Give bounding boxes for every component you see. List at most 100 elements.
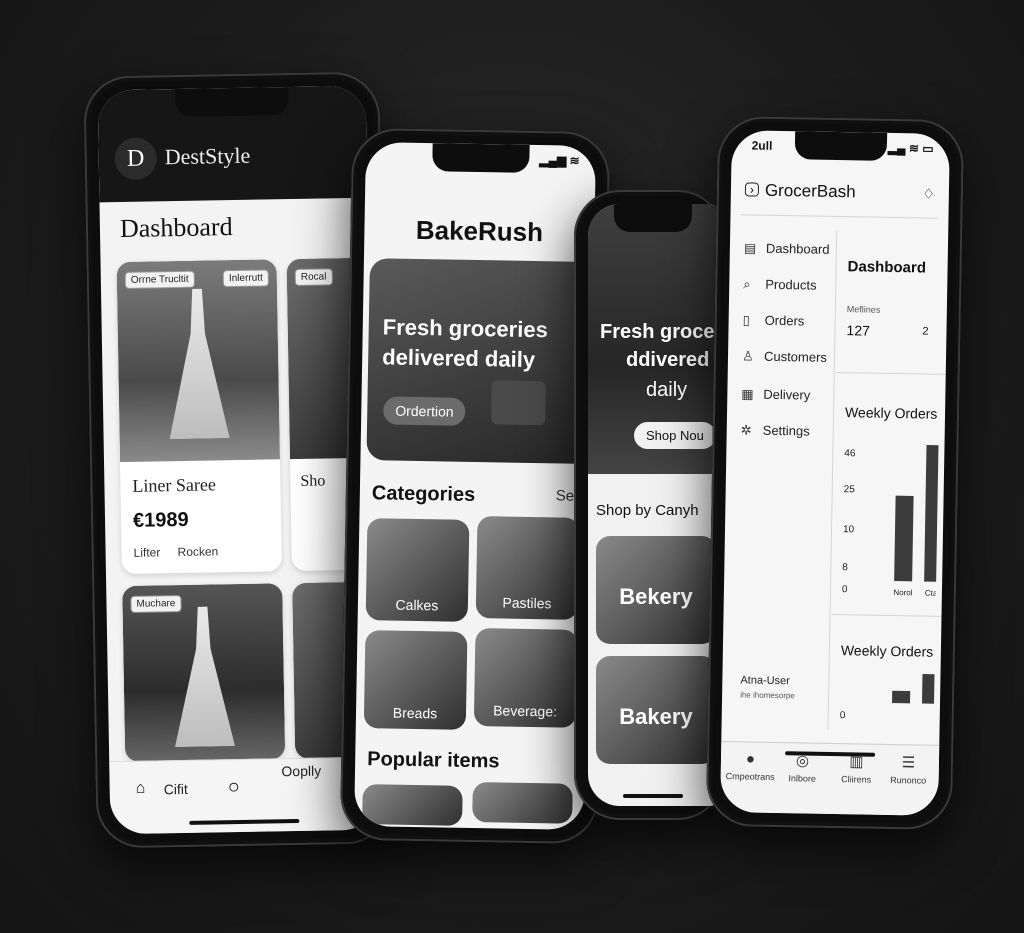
grocerbash-phone: 2ull ▂▄ ≋ ▭ › GrocerBash ♢ ▤ Dashboard ⌕ P… (705, 115, 965, 831)
sidebar-item-delivery[interactable]: ▦ Delivery (741, 386, 810, 403)
brand-icon: › (744, 182, 760, 197)
section-title: Popular items (367, 748, 500, 773)
calendar-icon: ▦ (741, 386, 754, 402)
hero-title-line1: Fresh groce (600, 321, 715, 343)
x-tick-label: Ctall (925, 589, 939, 598)
nav-item[interactable]: ▥ Cliirens (829, 752, 885, 785)
sidebar-item-settings[interactable]: ✲ Settings (741, 422, 810, 439)
basket-image (491, 380, 546, 426)
bottom-nav: ⌂ Cifit ○ Ooplly (109, 756, 379, 835)
sidebar-item-products[interactable]: ⌕ Products (743, 276, 817, 293)
shop-now-button[interactable]: Shop Nou (634, 422, 716, 449)
sidebar-item-label: Delivery (763, 386, 811, 403)
bakerush-screen: ▂▄▆ ≋ BakeRush Fresh groceries delivered… (354, 142, 596, 830)
product-name: Liner Saree (132, 474, 217, 496)
dashboard-icon: ▤ (743, 240, 757, 256)
product-meta: Rocken (177, 544, 219, 560)
category-tile[interactable]: Calkes (365, 518, 470, 622)
y-tick-label: 10 (843, 524, 855, 535)
sidebar-item-dashboard[interactable]: ▤ Dashboard (744, 240, 830, 257)
product-card[interactable]: Muchare (122, 583, 286, 763)
popular-item[interactable] (472, 782, 573, 824)
category-tile[interactable]: Pastiles (475, 516, 580, 620)
divider (831, 613, 942, 617)
document-icon: ▯ (742, 312, 750, 328)
category-label: Beverage: (493, 702, 558, 720)
status-time: 2ull (751, 138, 773, 153)
home-indicator (623, 794, 683, 798)
chart-bar (921, 674, 935, 704)
divider (740, 214, 939, 219)
nav-home-label[interactable]: Cifit (164, 781, 188, 797)
page-title: Dashboard (119, 212, 233, 244)
nav-label: Inlbore (788, 773, 817, 784)
deststyle-screen: D DestStyle Dashboard Orrne Trucltit Inl… (97, 85, 379, 835)
y-tick-label: 0 (840, 710, 846, 721)
divider (835, 371, 946, 375)
hero-button[interactable]: Ordertion (383, 396, 466, 426)
stat-value: 127 (846, 322, 870, 339)
y-tick-label: 8 (842, 562, 848, 573)
hero-title-line1: Fresh groceries (382, 314, 549, 343)
nav-item[interactable]: ◎ Inlbore (775, 751, 831, 784)
nav-label: Cliirens (841, 774, 872, 785)
search-icon[interactable]: ○ (228, 776, 240, 799)
sidebar-item-label: Orders (764, 312, 805, 329)
grocery-phone: Fresh groce ddivered daily Shop Nou Shop… (574, 190, 724, 820)
menu-icon: ☰ (901, 754, 916, 772)
dress-figure (167, 288, 230, 439)
shop-tile-label: Bekery (619, 584, 693, 609)
product-tag: Rocal (294, 268, 333, 286)
product-name: Sho (300, 472, 326, 490)
chart-title: Weekly Orders (844, 404, 938, 422)
sidebar-item-orders[interactable]: ▯ Orders (743, 312, 805, 329)
product-tag: Muchare (130, 595, 182, 613)
nav-other-label[interactable]: Ooplly (281, 763, 321, 780)
category-label: Calkes (395, 596, 439, 614)
sidebar-item-label: Settings (762, 422, 810, 439)
home-icon[interactable]: ⌂ (136, 780, 146, 798)
stat-label: Meflines (846, 304, 881, 315)
product-card[interactable]: Orrne Trucltit Inlerrutt Liner Saree €19… (116, 259, 282, 575)
nav-label: Runonco (890, 775, 927, 786)
search-icon: ⌕ (743, 276, 751, 292)
app-logo[interactable]: D (114, 137, 158, 181)
sidebar-item-customers[interactable]: ♙ Customers (742, 348, 827, 365)
nav-item[interactable]: ● Cmpeotrans (723, 750, 779, 782)
sidebar-item-label: Dashboard (765, 240, 830, 257)
chart-bar (891, 690, 911, 704)
notch (432, 143, 530, 173)
y-tick-label: 46 (844, 448, 856, 459)
category-label: Pastiles (502, 594, 552, 612)
shop-tile[interactable]: Bakery (596, 656, 716, 764)
weekly-orders-chart-2: 0 (840, 674, 935, 721)
product-image: Muchare (122, 583, 286, 763)
user-subtitle: ihe ihomesorpe (740, 690, 795, 701)
shop-tile[interactable]: Bekery (596, 536, 716, 644)
hero-title-line2: ddivered (626, 349, 710, 371)
bottom-nav: ● Cmpeotrans ◎ Inlbore ▥ Cliirens ☰ Runonco (720, 741, 940, 816)
bell-icon[interactable]: ♢ (922, 185, 935, 202)
app-brand: DestStyle (164, 142, 251, 170)
product-price: €1989 (132, 508, 189, 532)
user-name[interactable]: Atna-User (740, 674, 790, 687)
grocerbash-screen: 2ull ▂▄ ≋ ▭ › GrocerBash ♢ ▤ Dashboard ⌕ P… (720, 130, 950, 816)
category-tile[interactable]: Breads (363, 630, 468, 730)
hero-title-line3: daily (646, 379, 688, 401)
nav-item[interactable]: ☰ Runonco (881, 753, 937, 786)
popular-item[interactable] (362, 784, 463, 826)
user-icon: ♙ (741, 348, 754, 364)
chart-bar (924, 444, 939, 582)
notch (794, 131, 887, 161)
sidebar-item-label: Products (765, 276, 817, 293)
app-brand: GrocerBash (764, 180, 856, 202)
category-tile[interactable]: Beverage: (473, 628, 578, 728)
weekly-orders-chart: 46 25 10 8 0 Norol Ctall (842, 444, 939, 598)
grocery-screen: Fresh groce ddivered daily Shop Nou Shop… (588, 204, 718, 806)
chart-title: Weekly Orders (840, 642, 934, 660)
chart-bar (894, 495, 914, 582)
signal-icon: ▂▄▆ ≋ (539, 153, 580, 168)
hero-banner: Fresh groce ddivered daily Shop Nou (588, 204, 718, 474)
dress-figure (173, 606, 235, 747)
stat-side: 2 (922, 325, 929, 338)
